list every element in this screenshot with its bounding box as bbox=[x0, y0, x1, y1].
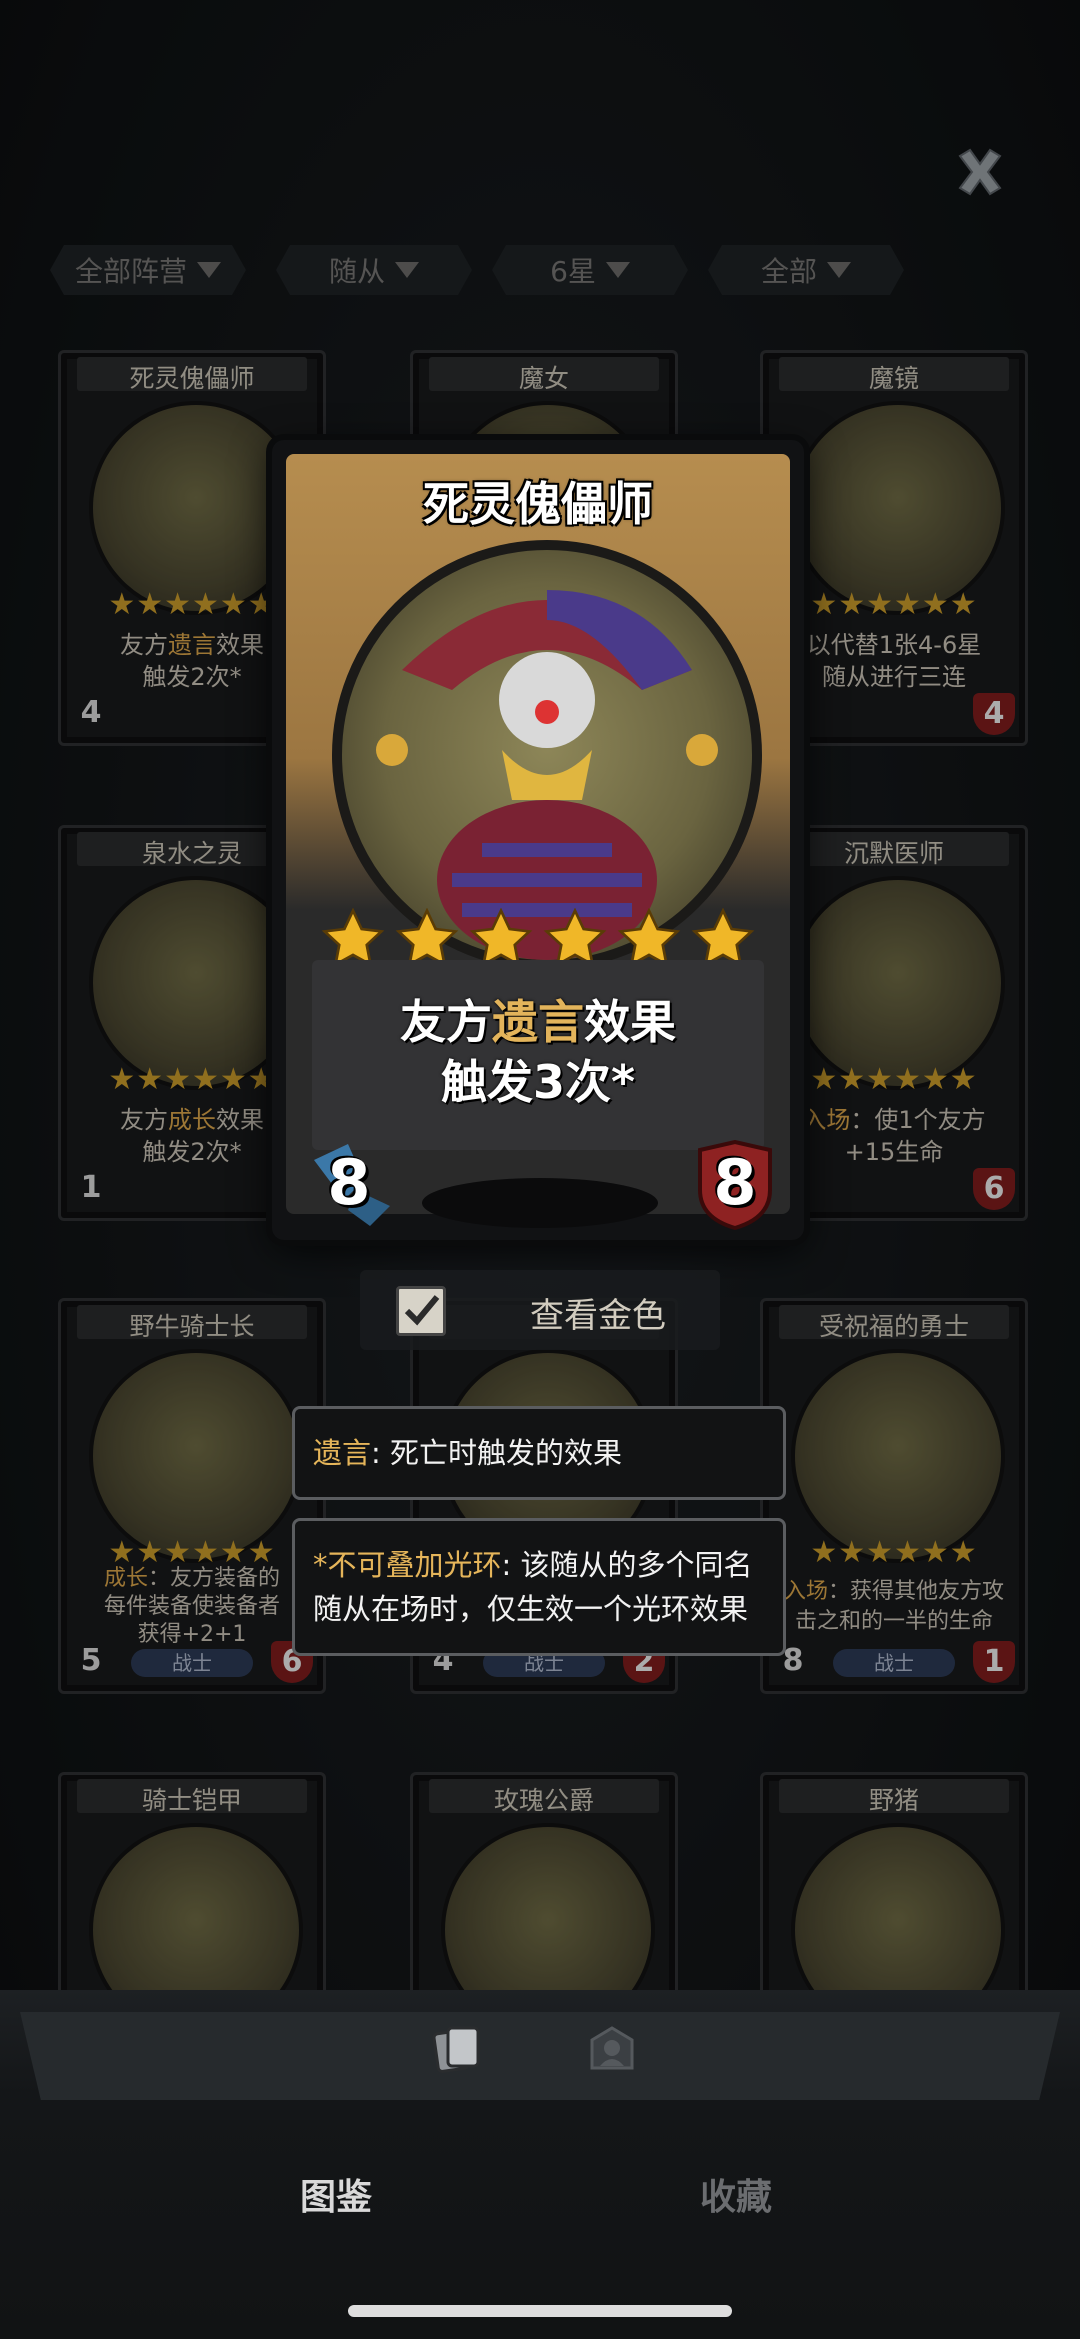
featured-card: 死灵傀儡师 友方遗言效果 触发3次* 8 8 bbox=[272, 440, 804, 1240]
featured-card-name: 死灵傀儡师 bbox=[423, 477, 653, 531]
hero-tab-button[interactable] bbox=[584, 2020, 640, 2076]
gold-toggle-label: 查看金色 bbox=[530, 1296, 666, 1336]
featured-card-health: 8 bbox=[690, 1139, 780, 1231]
view-gold-toggle[interactable]: 查看金色 bbox=[360, 1270, 720, 1350]
tooltip-aura: *不可叠加光环: 该随从的多个同名随从在场时，仅生效一个光环效果 bbox=[292, 1518, 786, 1656]
cards-tab-icon bbox=[432, 2026, 480, 2073]
hero-tab-icon bbox=[590, 2026, 634, 2070]
tooltip-deathrattle: 遗言: 死亡时触发的效果 bbox=[292, 1406, 786, 1500]
puppeteer-art-icon bbox=[376, 590, 718, 960]
checkbox-check-icon bbox=[404, 1295, 440, 1326]
featured-card-stars bbox=[272, 908, 804, 968]
nav-codex[interactable]: 图鉴 bbox=[300, 2168, 372, 2220]
cards-tab-button[interactable] bbox=[430, 2020, 486, 2076]
home-indicator[interactable] bbox=[348, 2305, 732, 2317]
featured-card-attack: 8 bbox=[308, 1140, 398, 1230]
nav-collection[interactable]: 收藏 bbox=[700, 2168, 772, 2220]
featured-card-base bbox=[422, 1178, 658, 1228]
featured-card-art bbox=[332, 540, 762, 970]
featured-card-description: 友方遗言效果 触发3次* bbox=[400, 995, 676, 1109]
gold-checkbox[interactable] bbox=[396, 1286, 446, 1336]
